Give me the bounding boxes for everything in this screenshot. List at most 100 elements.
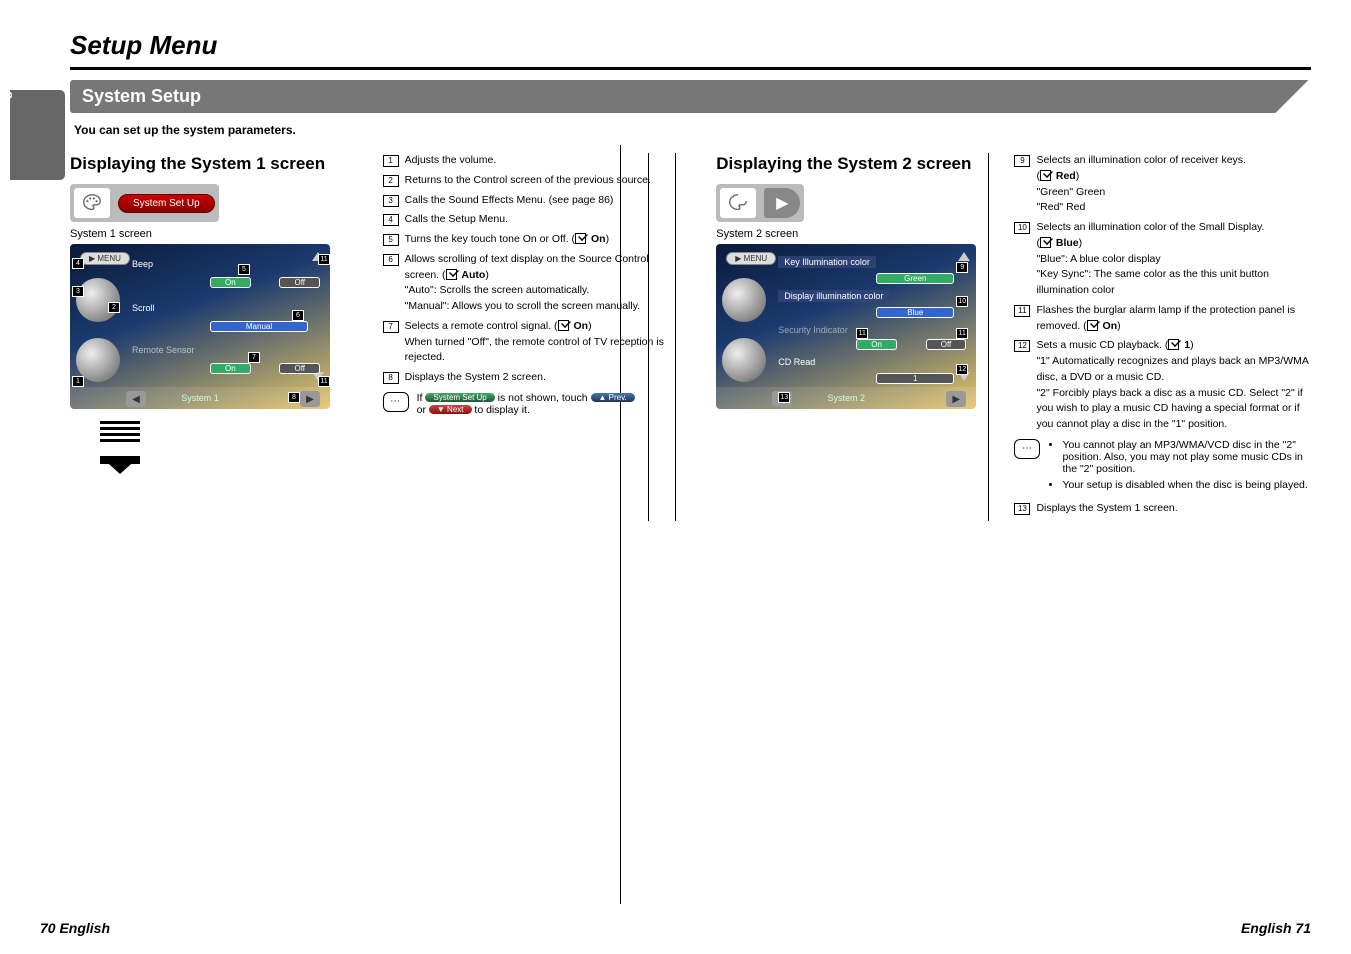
prev-arrow-icon: ◀ [126, 391, 146, 407]
disp-illum-value[interactable]: Blue [876, 307, 954, 318]
beep-on[interactable]: On [210, 277, 251, 288]
check-icon [1168, 339, 1179, 350]
system1-screenshot: ▶ MENU Beep On Off Scroll Manual [70, 244, 330, 409]
page-title: Setup Menu [70, 30, 1311, 61]
next-arrow-icon: ▶ [300, 391, 320, 407]
language-tab: English [10, 90, 65, 180]
heading-system1: Displaying the System 1 screen [70, 153, 363, 174]
palette-icon [74, 188, 110, 218]
note-icon: ⋯ [383, 392, 409, 412]
footer-left: 70 English [40, 920, 110, 936]
remote-on[interactable]: On [210, 363, 251, 374]
beep-off[interactable]: Off [279, 277, 320, 288]
system2-desc-cont: 13 Displays the System 1 screen. [1014, 501, 1311, 517]
continuation-lines-icon [100, 421, 363, 442]
callout-13: 13 [778, 392, 790, 403]
section-subtitle: You can set up the system parameters. [74, 123, 1311, 137]
num-7: 7 [383, 321, 399, 333]
menu-chip: ▶ MENU [80, 252, 130, 265]
num-1: 1 [383, 155, 399, 167]
num-5: 5 [383, 234, 399, 246]
screenshot-footer: System 2 [716, 387, 976, 409]
desc-2: Returns to the Control screen of the pre… [405, 173, 676, 189]
desc-9: Selects an illumination color of receive… [1036, 153, 1311, 216]
desc-12: Sets a music CD playback. ( 1) "1" Autom… [1036, 338, 1311, 433]
heading-system2: Displaying the System 2 screen [716, 153, 988, 174]
check-icon [558, 320, 569, 331]
check-icon [446, 269, 457, 280]
num-11: 11 [1014, 305, 1030, 317]
note-bullet-2: Your setup is disabled when the disc is … [1062, 479, 1311, 491]
key-illum-value[interactable]: Green [876, 273, 954, 284]
section-heading-label: System Setup [82, 86, 201, 106]
num-6: 6 [383, 254, 399, 266]
note-bullets: You cannot play an MP3/WMA/VCD disc in t… [1048, 439, 1311, 495]
check-icon [1040, 170, 1051, 181]
knob-icon [76, 278, 120, 322]
system-setup-pill: System Set Up [70, 184, 219, 222]
desc-3: Calls the Sound Effects Menu. (see page … [405, 193, 676, 209]
callout-11: 11 [856, 328, 868, 339]
num-2: 2 [383, 175, 399, 187]
num-9: 9 [1014, 155, 1030, 167]
note-text: If System Set Up is not shown, touch ▲ P… [417, 392, 635, 416]
section-heading: System Setup [70, 80, 1311, 113]
palette-icon [720, 188, 756, 218]
desc-8: Displays the System 2 screen. [405, 370, 676, 386]
knob-icon [722, 278, 766, 322]
remote-sensor-label: Remote Sensor [132, 345, 195, 355]
beep-label: Beep [132, 259, 153, 269]
page-footer: 70 English English 71 [40, 920, 1311, 936]
callout-11b: 11 [318, 376, 330, 387]
key-illum-label: Key Illumination color [778, 256, 876, 268]
screenshot2-caption: System 2 screen [716, 228, 988, 240]
cdread-value[interactable]: 1 [876, 373, 954, 384]
callout-8: 8 [288, 392, 300, 403]
footer-right: English 71 [1241, 920, 1311, 936]
system2-descriptions: 9 Selects an illumination color of recei… [1014, 153, 1311, 433]
security-label: Security Indicator [778, 325, 848, 335]
security-on[interactable]: On [856, 339, 897, 350]
num-12: 12 [1014, 340, 1030, 352]
scroll-value[interactable]: Manual [210, 321, 308, 332]
knob-icon-2 [722, 338, 766, 382]
title-rule [70, 67, 1311, 70]
check-icon [1087, 320, 1098, 331]
desc-11: Flashes the burglar alarm lamp if the pr… [1036, 303, 1311, 335]
num-8: 8 [383, 372, 399, 384]
desc-1: Adjusts the volume. [405, 153, 676, 169]
callout-12: 12 [956, 364, 968, 375]
security-off[interactable]: Off [926, 339, 967, 350]
check-icon [1040, 237, 1051, 248]
note-icon: ⋯ [1014, 439, 1040, 459]
callout-11c: 11 [956, 328, 968, 339]
callout-9: 9 [956, 262, 968, 273]
check-icon [575, 233, 586, 244]
disp-illum-label: Display illumination color [778, 290, 889, 302]
pill-system-setup: System Set Up [425, 393, 494, 402]
desc-4: Calls the Setup Menu. [405, 212, 676, 228]
callout-3: 3 [72, 286, 84, 297]
language-tab-label: English [0, 46, 12, 136]
cdread-label: CD Read [778, 357, 815, 367]
menu-chip: ▶ MENU [726, 252, 776, 265]
pill-prev: ▲ Prev. [591, 393, 635, 402]
remote-off[interactable]: Off [279, 363, 320, 374]
callout-5: 5 [238, 264, 250, 275]
callout-2: 2 [108, 302, 120, 313]
system2-screenshot: ▶ MENU Key Illumination color Green Disp… [716, 244, 976, 409]
note-row-2: ⋯ You cannot play an MP3/WMA/VCD disc in… [1014, 439, 1311, 495]
num-10: 10 [1014, 222, 1030, 234]
system-setup-button[interactable]: System Set Up [118, 194, 215, 213]
callout-10: 10 [956, 296, 968, 307]
num-3: 3 [383, 195, 399, 207]
desc-10: Selects an illumination color of the Sma… [1036, 220, 1311, 299]
callout-11a: 11 [318, 254, 330, 265]
next-button[interactable]: ▶ [764, 188, 800, 218]
num-4: 4 [383, 214, 399, 226]
desc-13: Displays the System 1 screen. [1036, 501, 1311, 517]
dot-icon [1302, 94, 1307, 99]
num-13: 13 [1014, 503, 1030, 515]
nav-pill: ▶ [716, 184, 804, 222]
next-arrow-icon: ▶ [946, 391, 966, 407]
